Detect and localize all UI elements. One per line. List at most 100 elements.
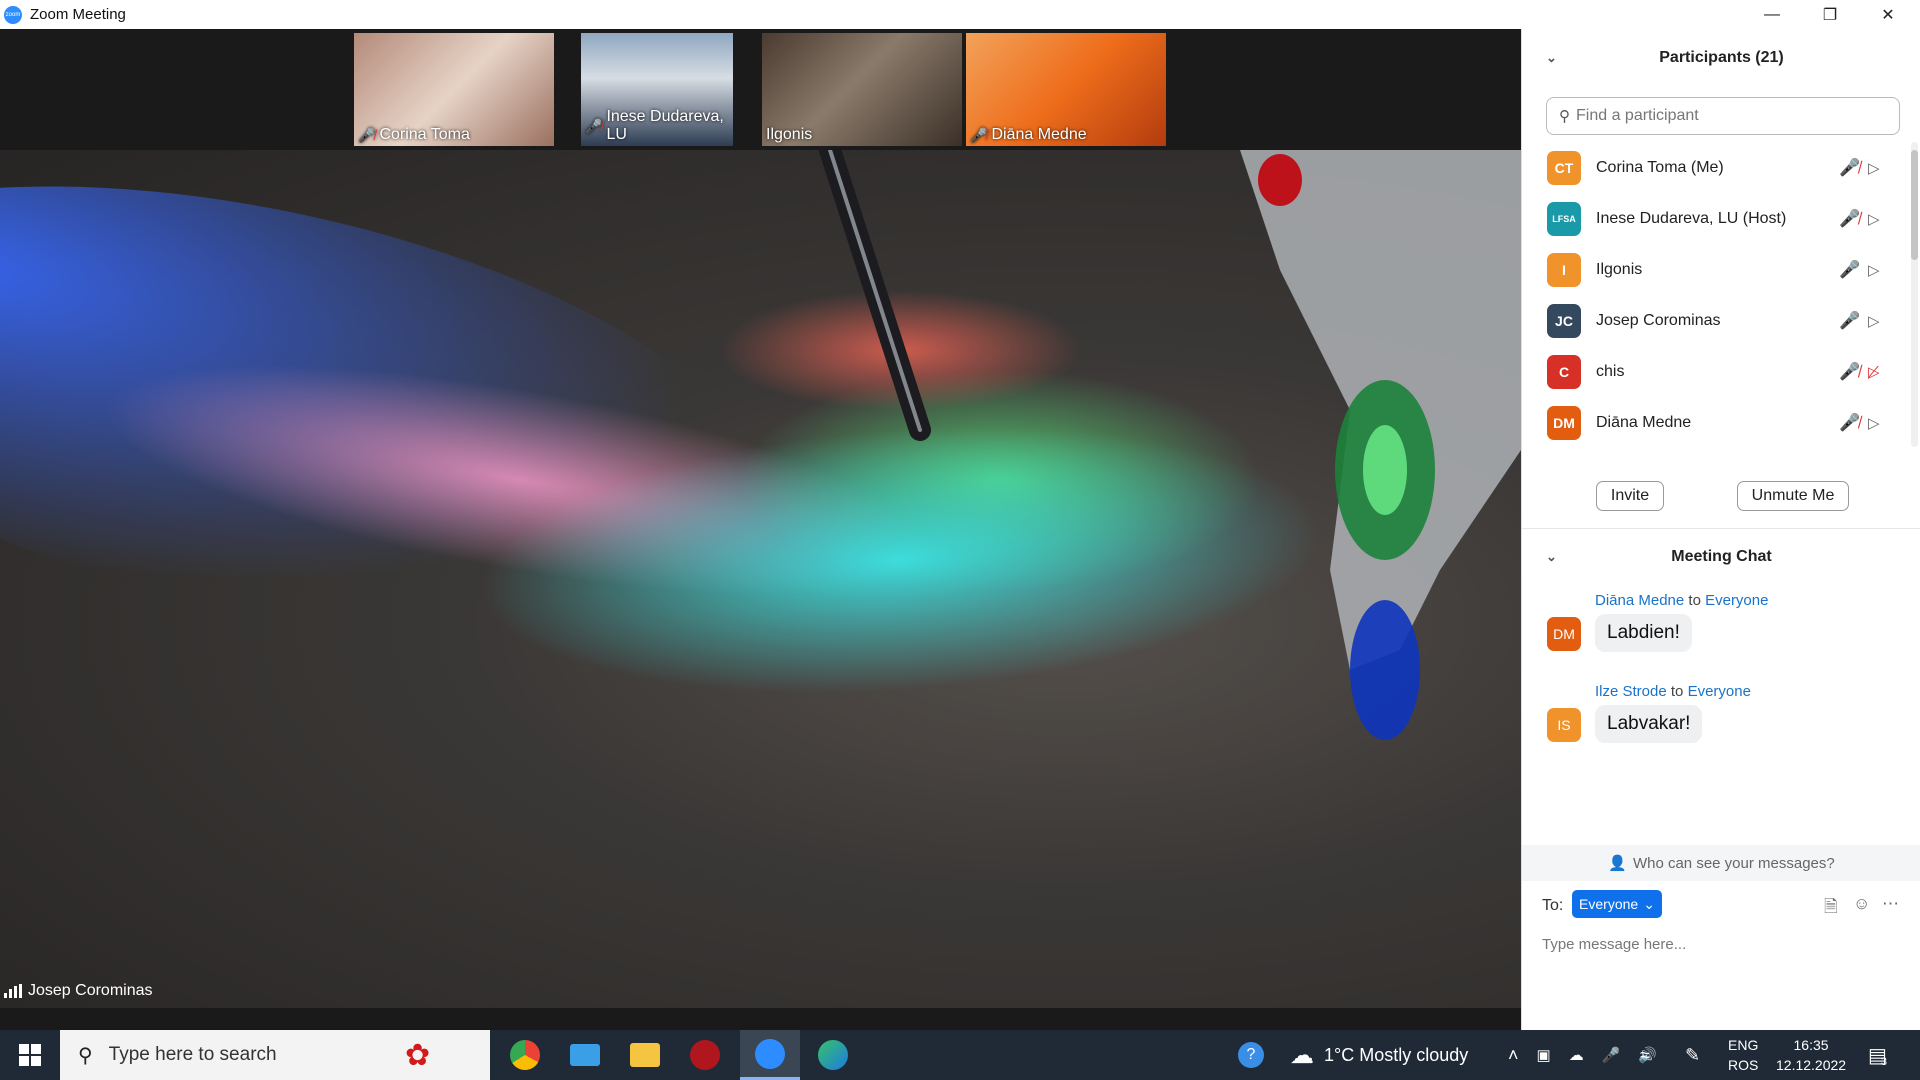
side-panel: ⌄ Participants (21) ⚲ CT Corina Toma (Me…: [1521, 29, 1920, 1030]
main-video[interactable]: Josep Corominas: [0, 150, 1521, 1008]
video-camera-off-icon[interactable]: ▷̸: [1868, 363, 1880, 381]
window-title: Zoom Meeting: [30, 6, 126, 23]
video-camera-icon[interactable]: ▷: [1868, 414, 1880, 432]
video-thumbnail[interactable]: Ilgonis: [762, 33, 962, 146]
chrome-app-icon[interactable]: [495, 1030, 555, 1080]
chat-message-bubble: Labvakar!: [1595, 705, 1703, 743]
video-thumbnail[interactable]: 🎤̸ Inese Dudareva, LU: [581, 33, 733, 146]
chevron-up-icon[interactable]: ˄: [1508, 1045, 1519, 1066]
shared-video-frame: [0, 150, 1521, 1008]
zoom-app-icon[interactable]: [740, 1030, 800, 1080]
edge-app-icon[interactable]: [803, 1030, 863, 1080]
close-button[interactable]: ✕: [1859, 0, 1917, 29]
message-sender[interactable]: Diāna Medne: [1595, 592, 1684, 609]
emoji-icon[interactable]: ☺: [1853, 894, 1870, 914]
system-tray: ˄ ▣ ☁ 🎤 🔊: [1508, 1030, 1657, 1080]
chat-message-header: Diāna Medne to Everyone: [1595, 592, 1769, 609]
participant-row[interactable]: LFSA Inese Dudareva, LU (Host) 🎤̸ ▷: [1522, 193, 1912, 244]
taskbar-search[interactable]: ⚲ ✿: [60, 1030, 490, 1080]
cloud-icon: ☁: [1290, 1041, 1314, 1069]
avatar: JC: [1547, 303, 1581, 338]
avatar: CT: [1547, 150, 1581, 185]
windows-logo-icon: [19, 1044, 41, 1066]
help-icon[interactable]: ?: [1238, 1030, 1264, 1080]
participant-row[interactable]: JC Josep Corominas 🎤 ▷: [1522, 295, 1912, 346]
notification-count: 3: [1880, 1056, 1888, 1068]
participant-row[interactable]: DM Diāna Medne 🎤̸ ▷: [1522, 397, 1912, 447]
mic-muted-icon: 🎤̸: [358, 126, 376, 143]
invite-button[interactable]: Invite: [1596, 481, 1664, 511]
video-camera-icon[interactable]: ▷: [1868, 210, 1880, 228]
windows-taskbar: ⚲ ✿ ? ☁ 1°C Mostly cloudy ˄ ▣ ☁ 🎤 🔊 ≈ ✎ …: [0, 1030, 1920, 1080]
speaker-name: Josep Corominas: [28, 982, 153, 999]
mic-muted-icon[interactable]: 🎤̸: [1839, 158, 1860, 178]
recipient-select[interactable]: Everyone ⌄: [1572, 890, 1662, 918]
taskbar-search-input[interactable]: [108, 1044, 399, 1066]
message-recipient[interactable]: Everyone: [1705, 592, 1768, 609]
minimize-button[interactable]: —: [1743, 0, 1801, 29]
unmute-me-button[interactable]: Unmute Me: [1737, 481, 1849, 511]
people-icon: 👤: [1608, 855, 1627, 872]
avatar: DM: [1547, 617, 1581, 651]
participant-list[interactable]: CT Corina Toma (Me) 🎤̸ ▷ LFSA Inese Duda…: [1522, 142, 1912, 447]
video-thumbnail[interactable]: 🎤̸ Corina Toma: [354, 33, 554, 146]
video-thumbnail-strip: 🎤̸ Corina Toma 🎤̸ Inese Dudareva, LU Ilgon…: [0, 29, 1521, 150]
meeting-area: 🎤̸ Corina Toma 🎤̸ Inese Dudareva, LU Ilgon…: [0, 29, 1521, 1030]
message-sender[interactable]: Ilze Strode: [1595, 683, 1667, 700]
onedrive-icon[interactable]: ☁: [1569, 1046, 1584, 1064]
microphone-icon[interactable]: 🎤: [1839, 260, 1860, 280]
notification-center-icon[interactable]: ▤ 3: [1868, 1030, 1887, 1080]
video-camera-icon[interactable]: ▷: [1868, 159, 1880, 177]
mic-muted-icon: 🎤̸: [585, 117, 603, 134]
participant-name: Inese Dudareva, LU (Host): [1596, 209, 1787, 227]
microphone-icon[interactable]: 🎤: [1839, 311, 1860, 331]
more-options-icon[interactable]: ⋯: [1882, 894, 1899, 914]
participant-row[interactable]: C chis 🎤̸ ▷̸: [1522, 346, 1912, 397]
chat-message-input[interactable]: [1542, 929, 1902, 959]
to-label: To:: [1542, 897, 1564, 914]
message-recipient[interactable]: Everyone: [1688, 683, 1751, 700]
participant-name: Diāna Medne: [991, 126, 1087, 143]
poinsettia-icon: ✿: [405, 1038, 431, 1072]
participants-title: Participants (21): [1659, 49, 1784, 66]
file-icon[interactable]: 🗎: [1824, 894, 1838, 923]
participant-name: Diāna Medne: [1596, 413, 1692, 431]
weather-widget[interactable]: ☁ 1°C Mostly cloudy: [1290, 1030, 1468, 1080]
signal-strength-icon: [4, 984, 22, 998]
participant-search[interactable]: ⚲: [1546, 97, 1900, 135]
video-thumbnail[interactable]: 🎤̸ Diāna Medne: [966, 33, 1166, 146]
mic-muted-icon[interactable]: 🎤̸: [1839, 413, 1860, 433]
mail-app-icon[interactable]: [555, 1030, 615, 1080]
participant-name: Josep Corominas: [1596, 311, 1721, 329]
chevron-down-icon[interactable]: ⌄: [1546, 549, 1557, 565]
pen-icon[interactable]: ✎: [1685, 1030, 1700, 1080]
who-can-see-messages[interactable]: 👤 Who can see your messages?: [1522, 845, 1920, 881]
video-camera-icon[interactable]: ▷: [1868, 261, 1880, 279]
device-icon[interactable]: ▣: [1537, 1046, 1551, 1064]
avatar: I: [1547, 252, 1581, 287]
participant-name: chis: [1596, 362, 1625, 380]
chat-message-bubble: Labdien!: [1595, 614, 1692, 652]
microphone-icon[interactable]: 🎤: [1602, 1046, 1621, 1064]
chat-title: Meeting Chat: [1671, 548, 1772, 565]
chevron-down-icon[interactable]: ⌄: [1546, 50, 1557, 66]
participant-row[interactable]: I Ilgonis 🎤 ▷: [1522, 244, 1912, 295]
network-icon[interactable]: ≈: [1640, 1030, 1650, 1080]
video-camera-icon[interactable]: ▷: [1868, 312, 1880, 330]
start-button[interactable]: [0, 1030, 60, 1080]
restore-button[interactable]: ❐: [1801, 0, 1859, 29]
chat-message-header: Ilze Strode to Everyone: [1595, 683, 1751, 700]
chat-header: ⌄ Meeting Chat: [1522, 537, 1920, 577]
participant-search-input[interactable]: [1576, 107, 1876, 125]
file-explorer-icon[interactable]: [615, 1030, 675, 1080]
participant-list-scrollbar[interactable]: [1911, 142, 1918, 447]
participant-row[interactable]: CT Corina Toma (Me) 🎤̸ ▷: [1522, 142, 1912, 193]
mic-muted-icon[interactable]: 🎤̸: [1839, 362, 1860, 382]
zoom-icon: zoom: [4, 5, 22, 24]
mic-muted-icon[interactable]: 🎤̸: [1839, 209, 1860, 229]
input-language[interactable]: ENG ROS: [1728, 1030, 1758, 1080]
clock[interactable]: 16:35 12.12.2022: [1776, 1030, 1846, 1080]
antivirus-app-icon[interactable]: [675, 1030, 735, 1080]
participants-header: ⌄ Participants (21): [1522, 38, 1920, 78]
chevron-down-icon: ⌄: [1643, 895, 1655, 912]
